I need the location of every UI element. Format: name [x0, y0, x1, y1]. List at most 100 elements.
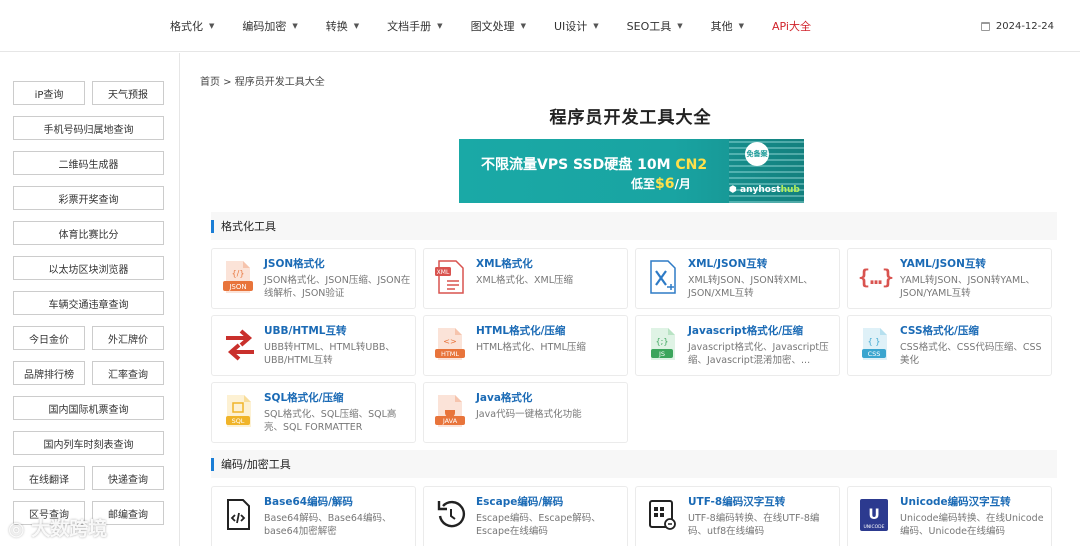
svg-text:XML: XML — [437, 269, 450, 276]
tool-desc: Java代码一键格式化功能 — [476, 409, 582, 420]
banner-headline-text: 不限流量VPS SSD硬盘 10M — [481, 157, 676, 173]
tool-card-ubb-html[interactable]: UBB/HTML互转 UBB转HTML、HTML转UBB、UBB/HTML互转 — [211, 315, 416, 376]
sidebar-item-weather[interactable]: 天气预报 — [92, 81, 164, 105]
sidebar-item-flights[interactable]: 国内国际机票查询 — [13, 396, 164, 420]
svg-text:{/}: {/} — [232, 269, 245, 278]
nav-menu: 格式化 ▼ 编码加密 ▼ 转换 ▼ 文档手册 ▼ 图文处理 ▼ UI设计 ▼ SEO工具 ▼ … — [170, 0, 839, 52]
tool-title: HTML格式化/压缩 — [476, 325, 566, 337]
tool-title: CSS格式化/压缩 — [900, 325, 979, 337]
sidebar-item-traffic[interactable]: 车辆交通违章查询 — [13, 291, 164, 315]
no-filing-stamp: 免备案 — [745, 142, 769, 166]
tool-card-sql[interactable]: SQL SQL格式化/压缩 SQL格式化、SQL压缩、SQL高亮、SQL FOR… — [211, 382, 416, 443]
tool-card-css[interactable]: CSS { } CSS格式化/压缩 CSS格式化、CSS代码压缩、CSS美化 — [847, 315, 1052, 376]
nav-item-label: SEO工具 — [626, 20, 672, 33]
nav-item-image[interactable]: 图文处理 ▼ — [471, 18, 526, 34]
ad-banner[interactable]: 不限流量VPS SSD硬盘 10M CN2 低至$6/月 免备案 ⬢ anyho… — [459, 139, 804, 203]
tool-title: YAML/JSON互转 — [900, 258, 986, 270]
banner-price-suffix: /月 — [674, 177, 691, 191]
tool-title: XML/JSON互转 — [688, 258, 768, 270]
nav-item-other[interactable]: 其他 ▼ — [711, 18, 744, 34]
brand-text-a: anyhost — [740, 185, 781, 195]
tool-card-base64[interactable]: Base64编码/解码 Base64解码、Base64编码、base64加密解密 — [211, 486, 416, 546]
nav-item-ui[interactable]: UI设计 ▼ — [554, 18, 599, 34]
sql-file-icon: SQL — [223, 393, 253, 429]
tool-card-unicode[interactable]: U UNICODE Unicode编码汉字互转 Unicode编码转换、在线Uni… — [847, 486, 1052, 546]
sidebar: iP查询 天气预报 手机号码归属地查询 二维码生成器 彩票开奖查询 体育比赛比分… — [0, 53, 180, 546]
sidebar-item-qrcode[interactable]: 二维码生成器 — [13, 151, 164, 175]
nav-item-docs[interactable]: 文档手册 ▼ — [387, 18, 442, 34]
nav-item-format[interactable]: 格式化 ▼ — [170, 18, 214, 34]
sidebar-item-ethereum[interactable]: 以太坊区块浏览器 — [13, 256, 164, 280]
tool-card-java[interactable]: JAVA Java格式化 Java代码一键格式化功能 — [423, 382, 628, 443]
tool-title: Javascript格式化/压缩 — [688, 325, 804, 337]
sidebar-item-express[interactable]: 快递查询 — [92, 466, 164, 490]
breadcrumb: 首页 > 程序员开发工具大全 — [200, 77, 325, 88]
tool-card-javascript[interactable]: JS {;} Javascript格式化/压缩 Javascript格式化、Jav… — [635, 315, 840, 376]
tool-card-yaml-json[interactable]: {…} YAML/JSON互转 YAML转JSON、JSON转YAML、JSON… — [847, 248, 1052, 309]
section-header-encode: 编码/加密工具 — [211, 450, 1057, 478]
banner-price-value: $6 — [655, 176, 675, 192]
tool-desc: UBB转HTML、HTML转UBB、UBB/HTML互转 — [264, 342, 395, 366]
tool-title: UBB/HTML互转 — [264, 325, 347, 337]
tool-card-xml-json[interactable]: XML/JSON互转 XML转JSON、JSON转XML、JSON/XML互转 — [635, 248, 840, 309]
sidebar-item-phone[interactable]: 手机号码归属地查询 — [13, 116, 164, 140]
page-title: 程序员开发工具大全 — [549, 108, 712, 128]
tool-desc: HTML格式化、HTML压缩 — [476, 342, 586, 353]
nav-item-seo[interactable]: SEO工具 ▼ — [627, 18, 683, 34]
sidebar-item-forex[interactable]: 外汇牌价 — [92, 326, 164, 350]
tool-card-html-format[interactable]: HTML <> HTML格式化/压缩 HTML格式化、HTML压缩 — [423, 315, 628, 376]
sidebar-item-sports[interactable]: 体育比赛比分 — [13, 221, 164, 245]
tool-desc: Escape编码、Escape解码、Escape在线编码 — [476, 513, 601, 537]
section-header-format: 格式化工具 — [211, 212, 1057, 240]
brand-text-b: hub — [780, 185, 800, 195]
svg-text:{…}: {…} — [859, 265, 893, 289]
sidebar-item-brand-rank[interactable]: 品牌排行榜 — [13, 361, 85, 385]
tool-card-utf8[interactable]: UTF-8编码汉字互转 UTF-8编码转换、在线UTF-8编码、utf8在线编码 — [635, 486, 840, 546]
java-file-icon: JAVA — [435, 393, 465, 429]
caret-down-icon: ▼ — [209, 22, 215, 30]
svg-text:JS: JS — [658, 350, 665, 358]
tool-desc: JSON格式化、JSON压缩、JSON在线解析、JSON验证 — [264, 275, 411, 299]
nav-item-encode[interactable]: 编码加密 ▼ — [242, 18, 297, 34]
tool-title: Base64编码/解码 — [264, 496, 353, 508]
tool-title: Escape编码/解码 — [476, 496, 564, 508]
top-navbar: 格式化 ▼ 编码加密 ▼ 转换 ▼ 文档手册 ▼ 图文处理 ▼ UI设计 ▼ SEO工具 ▼ … — [0, 0, 1080, 52]
nav-item-label: 图文处理 — [470, 20, 515, 33]
tool-desc: XML转JSON、JSON转XML、JSON/XML互转 — [688, 275, 813, 299]
sidebar-item-translate[interactable]: 在线翻译 — [13, 466, 85, 490]
caret-down-icon: ▼ — [292, 22, 298, 30]
nav-item-label: 格式化 — [170, 20, 203, 33]
nav-item-convert[interactable]: 转换 ▼ — [326, 18, 359, 34]
svg-text:U: U — [868, 507, 879, 523]
sidebar-item-ip[interactable]: iP查询 — [13, 81, 85, 105]
sidebar-item-lottery[interactable]: 彩票开奖查询 — [13, 186, 164, 210]
nav-item-api[interactable]: APi大全 — [772, 18, 811, 34]
svg-text:CSS: CSS — [868, 350, 881, 358]
caret-down-icon: ▼ — [593, 22, 599, 30]
html-file-icon: HTML <> — [435, 326, 465, 362]
sidebar-item-exchange[interactable]: 汇率查询 — [92, 361, 164, 385]
tool-desc: Base64解码、Base64编码、base64加密解密 — [264, 513, 392, 537]
undo-circle-icon — [435, 497, 466, 533]
svg-text:JSON: JSON — [228, 283, 246, 291]
watermark-text: 大数跨境 — [31, 518, 108, 540]
date-display: 2024-12-24 — [980, 0, 1054, 52]
sidebar-item-gold[interactable]: 今日金价 — [13, 326, 85, 350]
banner-price-prefix: 低至 — [631, 177, 656, 191]
tool-desc: CSS格式化、CSS代码压缩、CSS美化 — [900, 342, 1042, 366]
tool-title: Java格式化 — [476, 392, 533, 404]
sidebar-item-trains[interactable]: 国内列车时刻表查询 — [13, 431, 164, 455]
date-text: 2024-12-24 — [995, 20, 1054, 32]
nav-item-label: 其他 — [710, 20, 733, 33]
tool-title: XML格式化 — [476, 258, 533, 270]
unicode-icon: U UNICODE — [859, 497, 889, 533]
tool-card-xml[interactable]: XML XML格式化 XML格式化、XML压缩 — [423, 248, 628, 309]
tool-title: UTF-8编码汉字互转 — [688, 496, 786, 508]
tool-card-json[interactable]: JSON {/} JSON格式化 JSON格式化、JSON压缩、JSON在线解析、… — [211, 248, 416, 309]
tool-title: JSON格式化 — [264, 258, 325, 270]
svg-text:HTML: HTML — [441, 350, 459, 358]
svg-text:UNICODE: UNICODE — [864, 524, 885, 530]
tool-card-escape[interactable]: Escape编码/解码 Escape编码、Escape解码、Escape在线编码 — [423, 486, 628, 546]
banner-highlight: CN2 — [675, 157, 708, 173]
svg-text:{ }: { } — [868, 337, 881, 346]
